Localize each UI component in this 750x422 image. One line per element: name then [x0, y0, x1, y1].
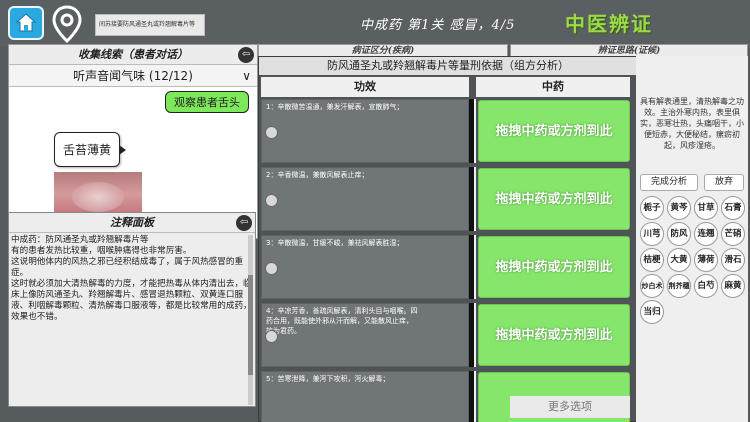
notes-scrollbar[interactable] [248, 235, 253, 405]
notes-panel: 注释面板 ⇦ 中成药：防风通圣丸或羚翘解毒片等 有的患者发热比较重，咽喉肿痛得也… [8, 212, 256, 407]
column-header-function: 功效 [261, 77, 469, 97]
back-panel-syndrome-label: 辨证思路(证候) [597, 46, 661, 56]
column-header-herb: 中药 [476, 77, 630, 97]
herb-chip[interactable]: 炒白术 [640, 274, 664, 298]
level-title: 中成药 第1关 感冒，4/5 [360, 18, 516, 33]
notes-panel-title: 注释面板 [110, 216, 154, 229]
analysis-row: 2：辛香微温，兼散风解表止痒； 拖拽中药或方剂到此 [259, 167, 639, 231]
row-radio[interactable] [265, 126, 278, 139]
formula-description: 具有解表通里，清热解毒之功效。主治外寒内热，表里俱实，恶寒壮热，头痛咽干，小便短… [640, 97, 744, 150]
divider [474, 303, 476, 367]
notes-text: 中成药：防风通圣丸或羚翘解毒片等 有的患者发热比较重，咽喉肿痛得也非常厉害。 这… [11, 235, 252, 322]
herb-chip[interactable]: 薄荷 [694, 248, 718, 272]
herb-chip[interactable]: 滑石 [721, 248, 745, 272]
finish-analysis-button[interactable]: 完成分析 [640, 174, 698, 191]
herb-chip[interactable]: 麻黄 [721, 274, 745, 298]
herb-chip[interactable]: 当归 [640, 300, 664, 324]
case-name-box[interactable]: 间苏接要防风通圣丸或羚翘解毒片等 [95, 14, 205, 36]
notes-panel-header: 注释面板 ⇦ [9, 213, 255, 233]
function-cell: 1：辛散微苦温通，兼发汗解表，宣散肺气； [261, 99, 469, 163]
chevron-down-icon: ∨ [242, 69, 251, 83]
divider [474, 99, 476, 163]
herb-chip[interactable]: 黄芩 [667, 196, 691, 220]
doctor-message-bubble: 观察患者舌头 [165, 91, 249, 113]
herb-chip[interactable]: 石膏 [721, 196, 745, 220]
row-radio[interactable] [265, 330, 278, 343]
collapse-notes-arrow-icon[interactable]: ⇦ [236, 215, 252, 231]
top-bar: 间苏接要防风通圣丸或羚翘解毒片等 中成药 第1关 感冒，4/5 中医辨证 [0, 0, 750, 46]
analysis-row: 1：辛散微苦温通，兼发汗解表，宣散肺气； 拖拽中药或方剂到此 [259, 99, 639, 163]
clue-category-value: 听声音闻气味 (12/12) [73, 69, 193, 83]
clue-category-select[interactable]: 听声音闻气味 (12/12) ∨ [9, 65, 257, 87]
herb-chip[interactable]: 栀子 [640, 196, 664, 220]
home-icon [15, 13, 37, 32]
herb-chip[interactable]: 大黄 [667, 248, 691, 272]
herb-selection-panel: 具有解表通里，清热解毒之功效。主治外寒内热，表里俱实，恶寒壮热，头痛咽干，小便短… [636, 56, 748, 422]
analysis-row: 3：辛散微温，甘缓不峻，兼祛风解表胜湿； 拖拽中药或方剂到此 [259, 235, 639, 299]
dialog-title: 防风通圣丸或羚翘解毒片等量刑依据（组方分析） [259, 57, 637, 75]
clue-panel: 收集线索（患者对话） ⇦ 听声音闻气味 (12/12) ∨ 观察患者舌头 舌苔薄… [8, 44, 258, 239]
herb-chip[interactable]: 芒硝 [721, 222, 745, 246]
back-panel-disease-label: 病证区分(疾病) [351, 46, 415, 56]
function-cell: 5：苦寒泄降，兼泻下攻积，泻火解毒； [261, 371, 469, 422]
function-cell: 4：辛凉芳香，善疏风解表，清利头目与咽喉。四 药合用，既能使外邪从汗而解，又能散… [261, 303, 469, 367]
function-text: 2：辛香微温，兼散风解表止痒； [266, 171, 369, 179]
function-text: 4：辛凉芳香，善疏风解表，清利头目与咽喉。四 药合用，既能使外邪从汗而解，又能散… [266, 307, 418, 335]
function-text: 3：辛散微温，甘缓不峻，兼祛风解表胜湿； [266, 239, 404, 247]
more-options-button[interactable]: 更多选项 [510, 396, 630, 418]
formula-analysis-dialog: 防风通圣丸或羚翘解毒片等量刑依据（组方分析） 功效 中药 1：辛散微苦温通，兼发… [258, 56, 638, 422]
herb-chip[interactable]: 甘草 [694, 196, 718, 220]
divider [474, 167, 476, 231]
brand-logo: 中医辨证 [565, 12, 653, 36]
herb-chip[interactable]: 川芎 [640, 222, 664, 246]
herb-drop-zone[interactable]: 拖拽中药或方剂到此 [478, 304, 630, 366]
column-headers: 功效 中药 [259, 77, 639, 97]
row-radio[interactable] [265, 262, 278, 275]
divider [474, 235, 476, 299]
herb-drop-zone[interactable]: 拖拽中药或方剂到此 [478, 100, 630, 162]
function-text: 1：辛散微苦温通，兼发汗解表，宣散肺气； [266, 103, 404, 111]
give-up-button[interactable]: 放弃 [704, 174, 744, 191]
divider [474, 371, 476, 422]
map-pin-button[interactable] [50, 4, 84, 44]
herb-chip[interactable]: 白芍 [694, 274, 718, 298]
patient-message-bubble: 舌苔薄黄 [54, 132, 127, 167]
herb-chip[interactable]: 荆芥穗 [667, 274, 691, 298]
home-button[interactable] [8, 6, 44, 40]
function-cell: 3：辛散微温，甘缓不峻，兼祛风解表胜湿； [261, 235, 469, 299]
herb-chip[interactable]: 连翘 [694, 222, 718, 246]
row-radio[interactable] [265, 194, 278, 207]
clue-panel-header: 收集线索（患者对话） ⇦ [9, 45, 257, 65]
collapse-left-arrow-icon[interactable]: ⇦ [238, 47, 254, 63]
notes-scroll-thumb[interactable] [248, 275, 253, 375]
herb-chip[interactable]: 桔梗 [640, 248, 664, 272]
herb-chip[interactable]: 防风 [667, 222, 691, 246]
map-pin-icon [52, 5, 82, 44]
function-text: 5：苦寒泄降，兼泻下攻积，泻火解毒； [266, 375, 390, 383]
herb-drop-zone[interactable]: 拖拽中药或方剂到此 [478, 168, 630, 230]
analysis-row: 4：辛凉芳香，善疏风解表，清利头目与咽喉。四 药合用，既能使外邪从汗而解，又能散… [259, 303, 639, 367]
herb-drop-zone[interactable]: 拖拽中药或方剂到此 [478, 236, 630, 298]
clue-panel-title: 收集线索（患者对话） [78, 48, 188, 61]
function-cell: 2：辛香微温，兼散风解表止痒； [261, 167, 469, 231]
